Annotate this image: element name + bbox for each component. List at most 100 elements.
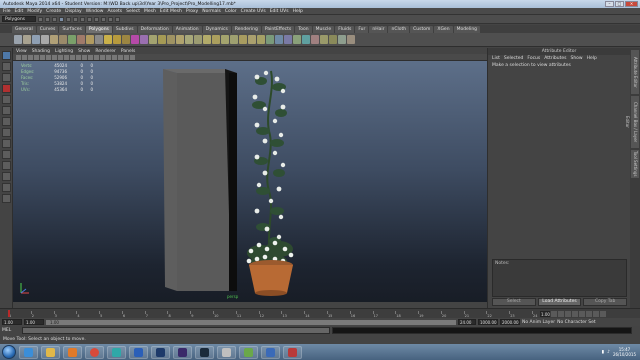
bookmark-icon[interactable] — [34, 54, 39, 60]
isolate-select-icon[interactable] — [130, 54, 135, 60]
shelf-tab-toon[interactable]: Toon — [295, 26, 312, 33]
save-scene-icon[interactable] — [52, 16, 57, 22]
harden-edge-icon[interactable] — [329, 35, 337, 44]
poke-face-icon[interactable] — [248, 35, 256, 44]
menu-proxy[interactable]: Proxy — [186, 9, 198, 14]
gate-mask-icon[interactable] — [64, 54, 69, 60]
render-icon[interactable] — [101, 16, 106, 22]
volume-icon[interactable]: ♪ — [607, 350, 610, 355]
persp-graph-layout-icon[interactable] — [1, 161, 11, 170]
select-tool-icon[interactable] — [1, 51, 11, 60]
menu-window[interactable]: Window — [86, 9, 104, 14]
copy-tab-button[interactable]: Copy Tab — [583, 298, 628, 306]
new-scene-icon[interactable] — [38, 16, 43, 22]
menu-create-uvs[interactable]: Create UVs — [241, 9, 266, 14]
ae-menu-attributes[interactable]: Attributes — [544, 56, 566, 61]
film-gate-icon[interactable] — [52, 54, 57, 60]
collapse-icon[interactable] — [221, 35, 229, 44]
menu-color[interactable]: Color — [225, 9, 237, 14]
sculpt-geometry-icon[interactable] — [311, 35, 319, 44]
render-settings-icon[interactable] — [115, 16, 120, 22]
textured-icon[interactable] — [106, 54, 111, 60]
shelf-tab-modeling[interactable]: Modeling — [453, 26, 481, 33]
render-view-layout-icon[interactable] — [1, 183, 11, 192]
side-tab-attribute-editor[interactable]: Attribute Editor — [631, 50, 639, 94]
step-forward-key-icon[interactable] — [593, 310, 599, 317]
shelf-tab-rendering[interactable]: Rendering — [231, 26, 261, 33]
select-hierarchy-icon[interactable] — [59, 16, 64, 22]
ae-menu-selected[interactable]: Selected — [504, 56, 524, 61]
menu-file[interactable]: File — [3, 9, 11, 14]
separate-icon[interactable] — [77, 35, 85, 44]
shelf-tab-subdivs[interactable]: Subdivs — [112, 26, 137, 33]
shelf-tab-polygons[interactable]: Polygons — [85, 26, 112, 33]
taskbar-maya[interactable] — [107, 345, 126, 359]
grid-icon[interactable] — [46, 54, 51, 60]
shelf-tab-curves[interactable]: Curves — [36, 26, 59, 33]
combine-icon[interactable] — [68, 35, 76, 44]
shelf-tab-dynamics[interactable]: Dynamics — [202, 26, 231, 33]
go-to-end-icon[interactable] — [600, 310, 606, 317]
lasso-tool-icon[interactable] — [1, 62, 11, 71]
select-component-icon[interactable] — [73, 16, 78, 22]
bevel-icon[interactable] — [203, 35, 211, 44]
chamfer-icon[interactable] — [230, 35, 238, 44]
poly-cylinder-icon[interactable] — [32, 35, 40, 44]
side-tab-tool-settings[interactable]: Tool Settings — [631, 150, 639, 178]
select-button[interactable]: Select — [492, 298, 536, 306]
snap-grid-icon[interactable] — [80, 16, 85, 22]
wedge-face-icon[interactable] — [257, 35, 265, 44]
shelf-tab-surfaces[interactable]: Surfaces — [59, 26, 85, 33]
ae-menu-focus[interactable]: Focus — [527, 56, 540, 61]
play-backwards-icon[interactable] — [572, 310, 578, 317]
lock-camera-icon[interactable] — [22, 54, 27, 60]
poly-cube-icon[interactable] — [23, 35, 31, 44]
box-model[interactable] — [163, 69, 237, 291]
average-vertices-icon[interactable] — [113, 35, 121, 44]
notes-field[interactable]: Notes: — [492, 259, 627, 297]
shelf-tab-fur[interactable]: Fur — [355, 26, 369, 33]
scale-tool-icon[interactable] — [1, 106, 11, 115]
single-perspective-layout-icon[interactable] — [1, 128, 11, 137]
shelf-tab-painteffects[interactable]: PaintEffects — [261, 26, 295, 33]
shelf-tab-ncloth[interactable]: nCloth — [388, 26, 410, 33]
clock[interactable]: 15:47 26/10/2015 — [613, 347, 636, 357]
wireframe-icon[interactable] — [88, 54, 93, 60]
poly-sphere-icon[interactable] — [14, 35, 22, 44]
camera-attributes-icon[interactable] — [28, 54, 33, 60]
shelf-tab-fluids[interactable]: Fluids — [335, 26, 355, 33]
merge-vertex-icon[interactable] — [212, 35, 220, 44]
shelf-tab-animation[interactable]: Animation — [172, 26, 202, 33]
select-camera-icon[interactable] — [16, 54, 21, 60]
poly-plane-icon[interactable] — [50, 35, 58, 44]
taskbar-chrome[interactable] — [85, 345, 104, 359]
taskbar-media[interactable] — [63, 345, 82, 359]
four-view-layout-icon[interactable] — [1, 139, 11, 148]
taskbar-app13[interactable] — [283, 345, 302, 359]
menu-assets[interactable]: Assets — [107, 9, 122, 14]
shelf-tab-custom[interactable]: Custom — [410, 26, 434, 33]
menu-display[interactable]: Display — [65, 9, 82, 14]
use-lights-icon[interactable] — [112, 54, 117, 60]
last-tool-icon[interactable] — [1, 117, 11, 126]
shelf-tab-nhair[interactable]: nHair — [369, 26, 388, 33]
boolean-icon[interactable] — [95, 35, 103, 44]
taskbar-ie[interactable] — [19, 345, 38, 359]
duplicate-face-icon[interactable] — [239, 35, 247, 44]
mirror-geometry-icon[interactable] — [131, 35, 139, 44]
outliner-layout-icon[interactable] — [1, 194, 11, 203]
automatic-mapping-icon[interactable] — [293, 35, 301, 44]
animation-start-field[interactable]: 1.00 — [2, 319, 22, 325]
taskbar-explorer[interactable] — [41, 345, 60, 359]
smooth-shade-icon[interactable] — [94, 54, 99, 60]
taskbar-app12[interactable] — [261, 345, 280, 359]
playback-end-field[interactable]: 24.00 — [458, 319, 476, 325]
step-forward-frame-icon[interactable] — [586, 310, 592, 317]
viewport-menu-lighting[interactable]: Lighting — [55, 49, 73, 54]
snap-point-icon[interactable] — [94, 16, 99, 22]
load-attributes-button[interactable]: Load Attributes — [537, 298, 582, 306]
split-polygon-icon[interactable] — [176, 35, 184, 44]
anim-layer-label[interactable]: No Anim Layer — [522, 320, 555, 325]
go-to-start-icon[interactable] — [551, 310, 557, 317]
uv-editor-icon[interactable] — [302, 35, 310, 44]
